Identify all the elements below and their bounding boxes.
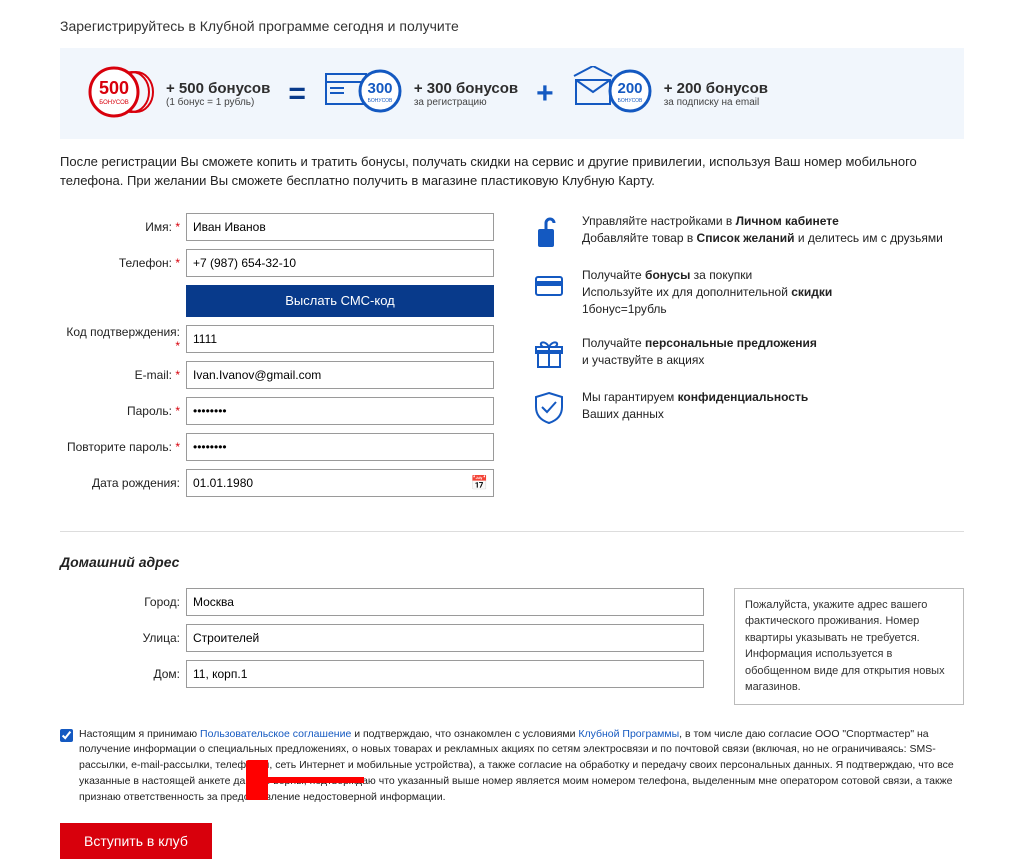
password-label: Пароль: * xyxy=(60,404,186,418)
phone-label: Телефон: * xyxy=(60,256,186,270)
calendar-icon[interactable]: 📅 xyxy=(471,474,488,491)
dob-input[interactable] xyxy=(186,469,494,497)
benefit-text: Мы гарантируем конфиденциальностьВаших д… xyxy=(582,389,808,427)
agreement-text: Настоящим я принимаю Пользовательское со… xyxy=(79,727,964,806)
plus-sign: + xyxy=(536,77,554,111)
bonus-300-title: + 300 бонусов xyxy=(414,80,518,97)
svg-text:500: 500 xyxy=(99,78,129,98)
city-input[interactable] xyxy=(186,588,704,616)
benefit-item: Получайте персональные предложенияи учас… xyxy=(530,335,964,373)
address-section-heading: Домашний адрес xyxy=(60,554,964,570)
benefit-text: Получайте бонусы за покупкиИспользуйте и… xyxy=(582,267,832,319)
svg-text:БОНУСОВ: БОНУСОВ xyxy=(617,98,642,104)
thumbs-up-icon xyxy=(530,213,568,251)
benefit-text: Управляйте настройками в Личном кабинете… xyxy=(582,213,943,251)
svg-text:200: 200 xyxy=(617,80,642,97)
street-label: Улица: xyxy=(60,631,186,645)
phone-input[interactable] xyxy=(186,249,494,277)
house-label: Дом: xyxy=(60,667,186,681)
section-divider xyxy=(60,531,964,532)
benefit-text: Получайте персональные предложенияи учас… xyxy=(582,335,817,373)
benefit-item: Управляйте настройками в Личном кабинете… xyxy=(530,213,964,251)
name-label: Имя: * xyxy=(60,220,186,234)
gift-icon xyxy=(530,335,568,373)
bonus-500-icon: 500 БОНУСОВ xyxy=(84,64,156,123)
code-label: Код подтверждения: * xyxy=(60,325,186,353)
page-heading: Зарегистрируйтесь в Клубной программе се… xyxy=(60,18,964,34)
bonus-300-icon: 300 БОНУСОВ xyxy=(324,66,404,121)
club-program-link[interactable]: Клубной Программы xyxy=(578,728,679,740)
password2-input[interactable] xyxy=(186,433,494,461)
annotation-arrow-icon xyxy=(246,760,366,800)
card-icon xyxy=(530,267,568,305)
city-label: Город: xyxy=(60,595,186,609)
password-input[interactable] xyxy=(186,397,494,425)
svg-text:БОНУСОВ: БОНУСОВ xyxy=(368,98,393,104)
bonus-banner: 500 БОНУСОВ + 500 бонусов (1 бонус = 1 р… xyxy=(60,48,964,139)
email-input[interactable] xyxy=(186,361,494,389)
join-club-button[interactable]: Вступить в клуб xyxy=(60,823,212,859)
send-sms-button[interactable]: Выслать СМС-код xyxy=(186,285,494,317)
equals-sign: = xyxy=(288,77,306,111)
bonus-200-title: + 200 бонусов xyxy=(664,80,768,97)
benefit-item: Мы гарантируем конфиденциальностьВаших д… xyxy=(530,389,964,427)
code-input[interactable] xyxy=(186,325,494,353)
bonus-200-icon: 200 БОНУСОВ xyxy=(572,66,654,121)
bonus-200-sub: за подписку на email xyxy=(664,97,768,108)
dob-label: Дата рождения: xyxy=(60,476,186,490)
password2-label: Повторите пароль: * xyxy=(60,440,186,454)
agreement-checkbox[interactable] xyxy=(60,729,73,742)
email-label: E-mail: * xyxy=(60,368,186,382)
house-input[interactable] xyxy=(186,660,704,688)
shield-icon xyxy=(530,389,568,427)
bonus-500-sub: (1 бонус = 1 рубль) xyxy=(166,97,270,108)
name-input[interactable] xyxy=(186,213,494,241)
bonus-500-title: + 500 бонусов xyxy=(166,80,270,97)
svg-text:БОНУСОВ: БОНУСОВ xyxy=(99,100,129,106)
street-input[interactable] xyxy=(186,624,704,652)
bonus-300-sub: за регистрацию xyxy=(414,97,518,108)
description-text: После регистрации Вы сможете копить и тр… xyxy=(60,153,964,191)
benefit-item: Получайте бонусы за покупкиИспользуйте и… xyxy=(530,267,964,319)
user-agreement-link[interactable]: Пользовательское соглашение xyxy=(200,728,351,740)
svg-text:300: 300 xyxy=(367,80,392,97)
address-hint-box: Пожалуйста, укажите адрес вашего фактиче… xyxy=(734,588,964,705)
